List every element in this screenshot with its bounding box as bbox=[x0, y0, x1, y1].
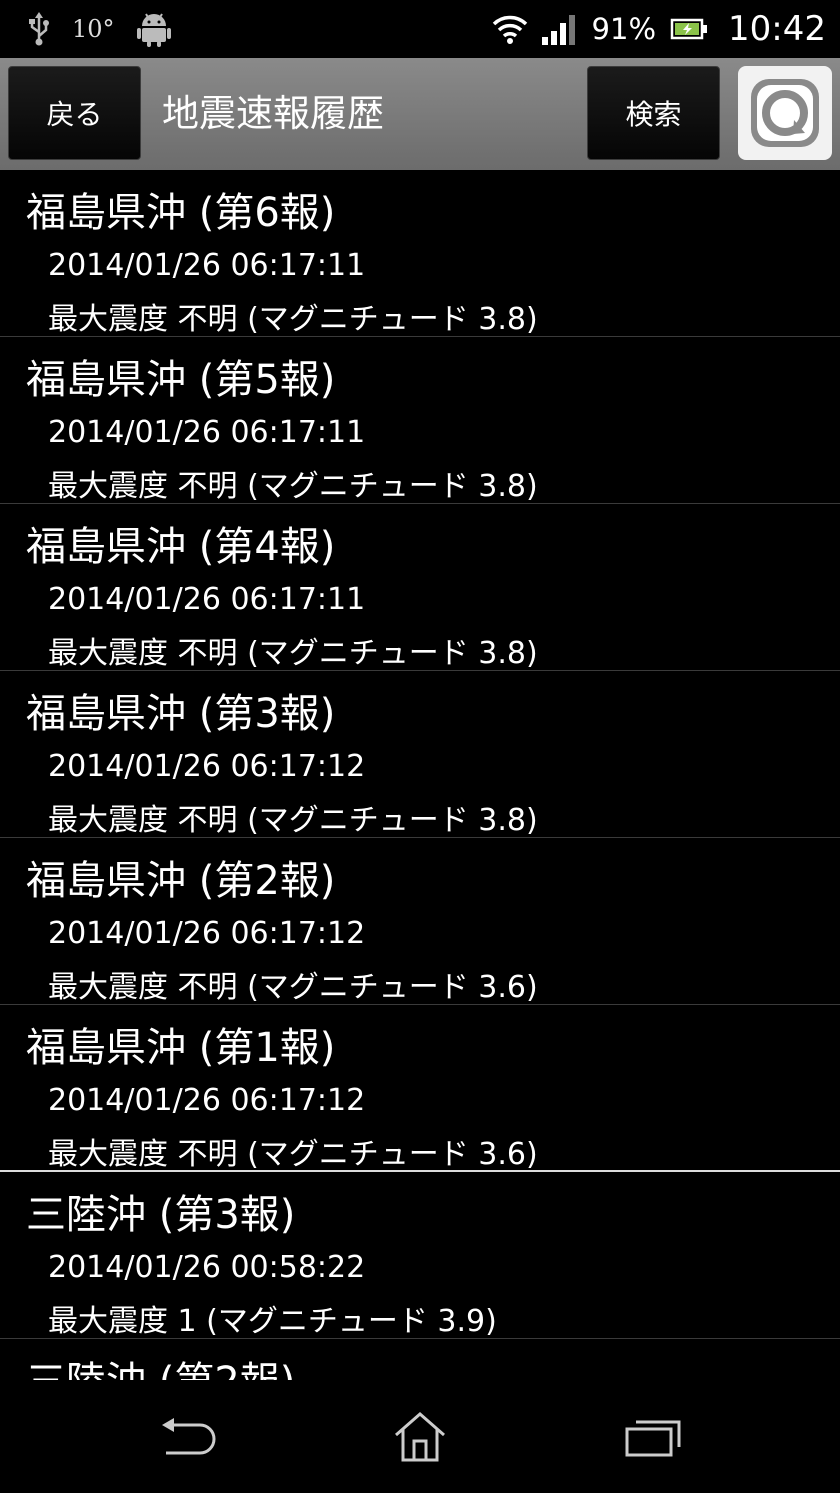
item-title: 福島県沖 (第4報) bbox=[26, 524, 336, 570]
clock-text: 10:42 bbox=[728, 9, 826, 49]
list-item[interactable]: 福島県沖 (第5報) 2014/01/26 06:17:11 最大震度 不明 (… bbox=[0, 337, 840, 504]
item-time: 2014/01/26 00:58:22 bbox=[48, 1250, 366, 1285]
list-item[interactable]: 三陸沖 (第3報) 2014/01/26 00:58:22 最大震度 1 (マグ… bbox=[0, 1172, 840, 1339]
list-item[interactable]: 福島県沖 (第1報) 2014/01/26 06:17:12 最大震度 不明 (… bbox=[0, 1005, 840, 1172]
list-item[interactable]: 福島県沖 (第6報) 2014/01/26 06:17:11 最大震度 不明 (… bbox=[0, 170, 840, 337]
status-bar: 10° 91% 10:42 bbox=[0, 0, 840, 58]
item-title: 福島県沖 (第2報) bbox=[26, 858, 336, 904]
search-button[interactable]: 検索 bbox=[587, 66, 720, 160]
recents-icon bbox=[624, 1417, 682, 1457]
item-title: 福島県沖 (第1報) bbox=[26, 1025, 336, 1071]
item-detail: 最大震度 不明 (マグニチュード 3.6) bbox=[48, 970, 538, 1005]
nav-back-button[interactable] bbox=[118, 1380, 258, 1493]
navigation-bar bbox=[0, 1380, 840, 1493]
item-detail: 最大震度 不明 (マグニチュード 3.8) bbox=[48, 803, 538, 838]
item-time: 2014/01/26 06:17:11 bbox=[48, 415, 366, 450]
item-time: 2014/01/26 06:17:12 bbox=[48, 749, 366, 784]
wifi-icon bbox=[492, 14, 528, 44]
item-title: 三陸沖 (第2報) bbox=[26, 1349, 295, 1380]
back-button[interactable]: 戻る bbox=[8, 66, 141, 160]
signal-icon bbox=[541, 13, 578, 45]
item-time: 2014/01/26 06:17:12 bbox=[48, 916, 366, 951]
battery-percent-text: 91% bbox=[591, 12, 657, 46]
temperature-text: 10° bbox=[72, 15, 115, 43]
item-detail: 最大震度 1 (マグニチュード 3.9) bbox=[48, 1304, 497, 1339]
item-time: 2014/01/26 06:17:12 bbox=[48, 1083, 366, 1118]
home-icon bbox=[392, 1411, 448, 1463]
back-icon bbox=[160, 1417, 216, 1457]
nav-home-button[interactable] bbox=[350, 1380, 490, 1493]
item-title: 福島県沖 (第3報) bbox=[26, 691, 336, 737]
app-logo-icon[interactable] bbox=[738, 66, 832, 160]
item-detail: 最大震度 不明 (マグニチュード 3.8) bbox=[48, 636, 538, 671]
earthquake-history-list[interactable]: 福島県沖 (第6報) 2014/01/26 06:17:11 最大震度 不明 (… bbox=[0, 170, 840, 1380]
item-title: 福島県沖 (第6報) bbox=[26, 190, 336, 236]
list-item[interactable]: 福島県沖 (第4報) 2014/01/26 06:17:11 最大震度 不明 (… bbox=[0, 504, 840, 671]
list-item[interactable]: 三陸沖 (第2報) bbox=[0, 1339, 840, 1380]
item-title: 福島県沖 (第5報) bbox=[26, 357, 336, 403]
item-detail: 最大震度 不明 (マグニチュード 3.8) bbox=[48, 302, 538, 337]
page-title: 地震速報履歴 bbox=[162, 92, 384, 135]
item-time: 2014/01/26 06:17:11 bbox=[48, 248, 366, 283]
usb-icon bbox=[28, 12, 50, 46]
item-detail: 最大震度 不明 (マグニチュード 3.6) bbox=[48, 1137, 538, 1172]
item-time: 2014/01/26 06:17:11 bbox=[48, 582, 366, 617]
list-item[interactable]: 福島県沖 (第2報) 2014/01/26 06:17:12 最大震度 不明 (… bbox=[0, 838, 840, 1005]
item-detail: 最大震度 不明 (マグニチュード 3.8) bbox=[48, 469, 538, 504]
action-bar: 戻る 地震速報履歴 検索 bbox=[0, 58, 840, 170]
list-item[interactable]: 福島県沖 (第3報) 2014/01/26 06:17:12 最大震度 不明 (… bbox=[0, 671, 840, 838]
nav-recents-button[interactable] bbox=[583, 1380, 723, 1493]
item-title: 三陸沖 (第3報) bbox=[26, 1192, 296, 1238]
android-icon bbox=[136, 11, 171, 47]
battery-icon bbox=[670, 18, 708, 40]
